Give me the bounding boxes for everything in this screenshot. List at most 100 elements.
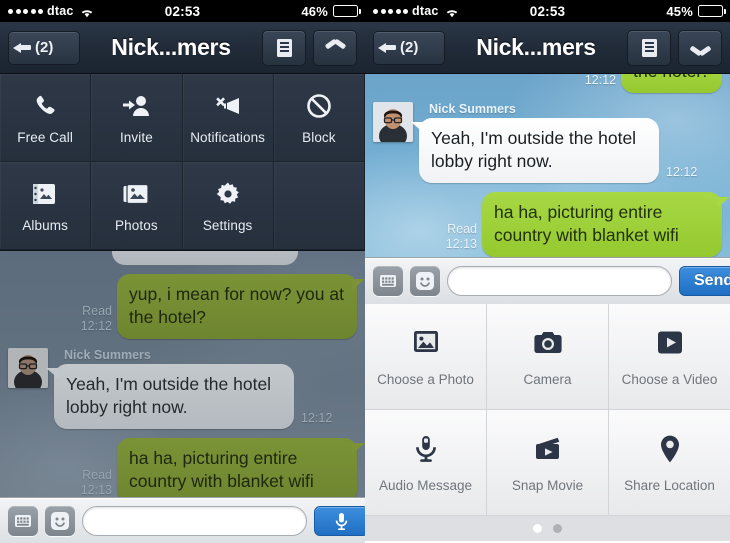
message-row-outgoing[interactable]: Read 12:13 ha ha, picturing entire count… <box>373 192 730 257</box>
menu-button[interactable] <box>627 29 671 66</box>
message-row-outgoing[interactable]: Read 12:12 the hotel? <box>373 74 730 93</box>
add-person-icon <box>121 91 151 121</box>
message-input-bar: Send <box>365 257 730 304</box>
action-albums[interactable]: Albums <box>0 162 92 250</box>
incoming-column: Nick Summers Yeah, I'm outside the hotel… <box>46 348 333 429</box>
status-bar: dtac 02:53 45% <box>365 0 730 22</box>
attachment-row: Choose a Photo Camera Choose a Video <box>365 304 730 410</box>
phone-icon <box>30 91 60 121</box>
message-row-outgoing[interactable]: Read 12:13 ha ha, picturing entire count… <box>8 438 365 497</box>
attachment-label: Snap Movie <box>511 478 584 493</box>
arrow-left-icon <box>13 40 33 56</box>
signal-strength-icon <box>8 8 43 14</box>
smiley-icon <box>416 272 434 290</box>
voice-message-button[interactable] <box>314 506 365 536</box>
message-list: Read 12:12 the hotel? <box>365 74 730 257</box>
block-icon <box>304 91 334 121</box>
carrier-label: dtac <box>47 4 74 18</box>
back-button[interactable]: (2) <box>8 30 80 65</box>
message-row-outgoing[interactable]: Read 12:12 yup, i mean for now? you at t… <box>8 274 365 339</box>
message-bubble[interactable]: Yeah, I'm outside the hotel lobby right … <box>411 118 659 183</box>
sender-name: Nick Summers <box>429 102 516 116</box>
page-dot-2[interactable] <box>553 524 562 533</box>
action-label: Block <box>302 129 336 145</box>
sender-name: Nick Summers <box>64 348 151 362</box>
keyboard-toggle-button[interactable] <box>8 506 38 536</box>
keyboard-icon <box>380 275 396 287</box>
attachment-label: Choose a Photo <box>377 372 474 387</box>
location-pin-icon <box>651 432 689 466</box>
action-invite[interactable]: Invite <box>91 74 183 162</box>
camera-icon <box>529 326 567 360</box>
attachment-label: Camera <box>523 372 572 387</box>
battery-icon <box>698 5 726 17</box>
action-settings[interactable]: Settings <box>182 162 274 250</box>
keyboard-toggle-button[interactable] <box>373 266 403 296</box>
page-dot-1[interactable] <box>533 524 542 533</box>
emoji-button[interactable] <box>410 266 440 296</box>
send-button[interactable]: Send <box>679 266 730 296</box>
action-row: Albums Photos Settings <box>0 162 365 250</box>
message-time: 12:12 <box>584 74 617 87</box>
message-row-incoming[interactable]: Nick Summers Yeah, I'm outside the hotel… <box>8 348 357 429</box>
attachment-choose-video[interactable]: Choose a Video <box>609 304 730 410</box>
chevron-down-icon <box>691 42 710 53</box>
action-block[interactable]: Block <box>273 74 365 162</box>
chat-area[interactable]: Read 12:12 yup, i mean for now? you at t… <box>0 251 365 497</box>
incoming-line: Yeah, I'm outside the hotel lobby right … <box>46 364 333 429</box>
left-phone-screen: dtac 02:53 46% (2) Nick...mers Free Call… <box>0 0 365 543</box>
message-meta: Read 12:13 <box>446 222 477 257</box>
message-bubble[interactable]: yup, i mean for now? you at the hotel? <box>117 274 365 339</box>
incoming-line: Yeah, I'm outside the hotel lobby right … <box>411 118 697 183</box>
drawer-toggle-button[interactable] <box>313 29 357 66</box>
action-row: Free Call Invite Notifications Block <box>0 74 365 162</box>
status-right: 46% <box>301 4 365 19</box>
status-right: 45% <box>666 4 730 19</box>
action-notifications[interactable]: Notifications <box>182 74 274 162</box>
message-meta: Read 12:13 <box>81 468 112 497</box>
status-bar: dtac 02:53 46% <box>0 0 365 22</box>
menu-button[interactable] <box>262 29 306 66</box>
back-button[interactable]: (2) <box>373 30 445 65</box>
list-icon <box>641 38 657 57</box>
attachment-camera[interactable]: Camera <box>487 304 609 410</box>
message-time: 12:12 <box>301 411 333 425</box>
incoming-column: Nick Summers Yeah, I'm outside the hotel… <box>411 102 697 183</box>
message-meta: Read 12:12 <box>585 74 616 93</box>
drawer-toggle-button[interactable] <box>678 29 722 66</box>
attachment-label: Choose a Video <box>621 372 718 387</box>
attachment-choose-photo[interactable]: Choose a Photo <box>365 304 487 410</box>
attachment-share-location[interactable]: Share Location <box>609 410 730 516</box>
action-label: Settings <box>202 217 253 233</box>
message-meta: Read 12:12 <box>81 304 112 339</box>
gear-icon <box>213 179 243 209</box>
page-indicator[interactable] <box>365 516 730 541</box>
attachment-panel: Choose a Photo Camera Choose a Video Aud… <box>365 304 730 541</box>
smiley-icon <box>51 512 69 530</box>
avatar[interactable] <box>373 102 413 142</box>
message-bubble[interactable]: Yeah, I'm outside the hotel lobby right … <box>46 364 294 429</box>
nav-bar: (2) Nick...mers <box>0 22 365 74</box>
chat-area[interactable]: Read 12:12 the hotel? <box>365 74 730 257</box>
message-bubble[interactable]: the hotel? <box>621 74 730 93</box>
message-bubble[interactable]: ha ha, picturing entire country with bla… <box>482 192 730 257</box>
message-input[interactable] <box>82 506 307 536</box>
battery-icon <box>333 5 361 17</box>
keyboard-icon <box>15 515 31 527</box>
emoji-button[interactable] <box>45 506 75 536</box>
action-free-call[interactable]: Free Call <box>0 74 92 162</box>
action-drawer: Free Call Invite Notifications Block Alb… <box>0 74 365 251</box>
attachment-audio-message[interactable]: Audio Message <box>365 410 487 516</box>
albums-icon <box>30 179 60 209</box>
attachment-label: Share Location <box>624 478 715 493</box>
page-title: Nick...mers <box>476 34 596 60</box>
attachment-snap-movie[interactable]: Snap Movie <box>487 410 609 516</box>
microphone-icon <box>407 432 445 466</box>
action-photos[interactable]: Photos <box>91 162 183 250</box>
message-time: 12:13 <box>80 483 112 497</box>
message-bubble[interactable]: ha ha, picturing entire country with bla… <box>117 438 365 497</box>
avatar[interactable] <box>8 348 48 388</box>
status-left: dtac <box>365 4 459 18</box>
message-input[interactable] <box>447 266 672 296</box>
message-row-incoming[interactable]: Nick Summers Yeah, I'm outside the hotel… <box>373 102 722 183</box>
